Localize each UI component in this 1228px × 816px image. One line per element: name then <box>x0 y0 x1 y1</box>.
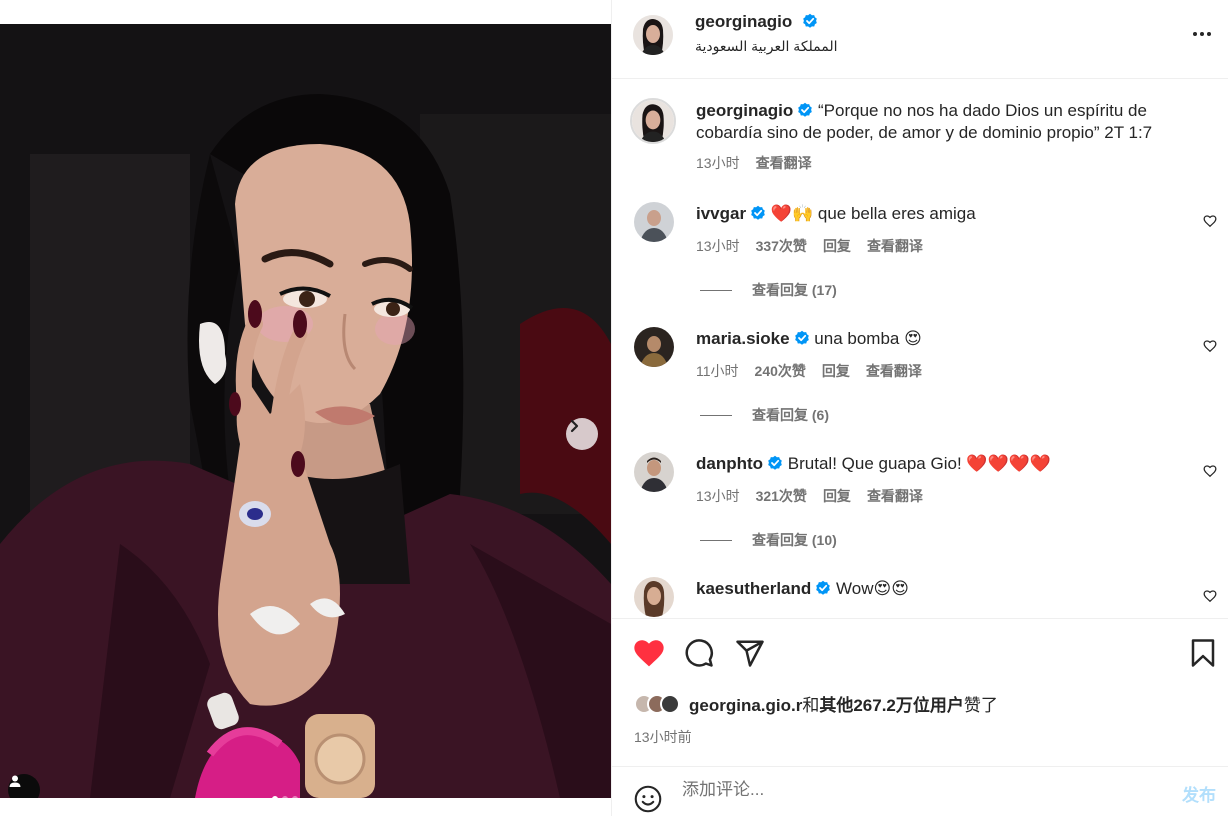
likes-connector: 和 <box>802 696 820 715</box>
replies-divider <box>700 289 732 291</box>
caption-username[interactable]: georginagio <box>696 101 793 120</box>
verified-badge <box>802 13 818 34</box>
portrait-illustration <box>0 24 611 798</box>
comment-username[interactable]: maria.sioke <box>696 329 790 348</box>
view-replies-button[interactable]: 查看回复 (6) <box>700 405 829 425</box>
comment-text-block: maria.sioke una bomba 😍 <box>696 328 1196 350</box>
comment-text: Wow😍😍 <box>836 579 909 598</box>
caption-translate-button[interactable]: 查看翻译 <box>756 153 812 173</box>
verified-icon <box>768 455 782 470</box>
commenter-avatar[interactable] <box>634 202 674 242</box>
comment-bubble-icon[interactable] <box>684 638 714 668</box>
comment-text-block: kaesutherland Wow😍😍 <box>696 578 1196 600</box>
caption-text-block: georginagio “Porque no nos ha dado Dios … <box>696 100 1196 144</box>
comment-username[interactable]: kaesutherland <box>696 579 811 598</box>
user-tag-icon <box>9 775 21 787</box>
paper-plane-icon[interactable] <box>735 638 765 668</box>
add-comment-bar: 发布 <box>612 766 1228 816</box>
carousel-dot <box>272 796 278 798</box>
comment-like-icon[interactable] <box>1203 464 1217 478</box>
caption-avatar[interactable] <box>630 98 676 144</box>
post-header: georginagio المملكة العربية السعودية <box>612 0 1228 79</box>
chevron-right-icon <box>570 419 579 433</box>
comment-time[interactable]: 13小时 <box>696 486 740 506</box>
first-liker[interactable]: georgina.gio.r <box>689 696 802 715</box>
comment-time[interactable]: 13小时 <box>696 236 740 256</box>
carousel-indicator <box>272 796 298 798</box>
comment-username[interactable]: ivvgar <box>696 204 746 223</box>
author-username[interactable]: georginagio <box>695 12 792 32</box>
comment-text-block: danphto Brutal! Que guapa Gio! ❤️❤️❤️❤️ <box>696 453 1196 475</box>
comment-meta: 11小时 240次赞 回复 查看翻译 <box>696 361 922 381</box>
avatar-image <box>634 452 674 492</box>
post-photo[interactable] <box>0 24 611 798</box>
carousel-next-button[interactable] <box>566 418 598 450</box>
verified-icon <box>794 330 809 345</box>
verified-icon <box>816 580 831 595</box>
avatar-image <box>632 100 674 142</box>
view-replies-label: 查看回复 (6) <box>752 407 829 423</box>
more-options-icon <box>1193 32 1211 36</box>
comment-likes[interactable]: 240次赞 <box>755 361 806 381</box>
comment-username[interactable]: danphto <box>696 454 763 473</box>
comment-likes[interactable]: 321次赞 <box>756 486 807 506</box>
comment-reply-button[interactable]: 回复 <box>822 361 850 381</box>
more-options-button[interactable] <box>1190 22 1214 49</box>
likes-text: georgina.gio.r和其他267.2万位用户赞了 <box>689 691 998 716</box>
comment-like-icon[interactable] <box>1203 214 1217 228</box>
comment-time[interactable]: 11小时 <box>696 361 739 381</box>
comment-translate-button[interactable]: 查看翻译 <box>866 361 922 381</box>
avatar-image <box>633 15 673 55</box>
verified-icon <box>798 102 813 117</box>
comment-meta: 13小时 337次赞 回复 查看翻译 <box>696 236 923 256</box>
bookmark-icon[interactable] <box>1189 638 1217 668</box>
comment-meta: 13小时 321次赞 回复 查看翻译 <box>696 486 923 506</box>
heart-filled-icon[interactable] <box>633 638 665 668</box>
comment-like-icon[interactable] <box>1203 339 1217 353</box>
carousel-dot <box>292 796 298 798</box>
post-location[interactable]: المملكة العربية السعودية <box>695 38 838 55</box>
likes-suffix: 赞了 <box>963 696 998 715</box>
post-details-panel: georginagio المملكة العربية السعودية geo… <box>611 0 1228 816</box>
comment-text: una bomba 😍 <box>814 329 922 348</box>
author-avatar[interactable] <box>633 15 673 55</box>
post-comment-button[interactable]: 发布 <box>1182 781 1216 806</box>
comment-text: ❤️🙌 que bella eres amiga <box>770 204 976 223</box>
commenter-avatar[interactable] <box>634 327 674 367</box>
avatar-image <box>634 202 674 242</box>
replies-divider <box>700 414 732 416</box>
comment-reply-button[interactable]: 回复 <box>823 236 851 256</box>
tagged-users-button[interactable] <box>8 774 40 798</box>
commenter-avatar[interactable] <box>634 452 674 492</box>
smiley-icon[interactable] <box>634 785 662 813</box>
post-media-panel <box>0 0 611 816</box>
carousel-dot <box>282 796 288 798</box>
comments-list[interactable]: georginagio “Porque no nos ha dado Dios … <box>612 80 1228 618</box>
view-replies-label: 查看回复 (17) <box>752 282 837 298</box>
comment-translate-button[interactable]: 查看翻译 <box>867 236 923 256</box>
view-replies-label: 查看回复 (10) <box>752 532 837 548</box>
view-replies-button[interactable]: 查看回复 (10) <box>700 530 837 550</box>
post-actions: georgina.gio.r和其他267.2万位用户赞了 13小时前 <box>612 618 1228 766</box>
comment-input[interactable] <box>682 780 1162 800</box>
comment-translate-button[interactable]: 查看翻译 <box>867 486 923 506</box>
likes-summary: georgina.gio.r和其他267.2万位用户赞了 <box>634 691 998 716</box>
verified-icon <box>751 205 765 220</box>
caption-time[interactable]: 13小时 <box>696 153 740 173</box>
commenter-avatar[interactable] <box>634 577 674 617</box>
view-replies-button[interactable]: 查看回复 (17) <box>700 280 837 300</box>
comment-text: Brutal! Que guapa Gio! ❤️❤️❤️❤️ <box>787 454 1052 473</box>
comment-like-icon[interactable] <box>1203 589 1217 603</box>
verified-icon <box>803 13 817 28</box>
liker-avatar <box>660 693 680 714</box>
comment-reply-button[interactable]: 回复 <box>823 486 851 506</box>
other-likers[interactable]: 其他267.2万位用户 <box>819 696 964 715</box>
replies-divider <box>700 539 732 541</box>
comment-text-block: ivvgar ❤️🙌 que bella eres amiga <box>696 203 1196 225</box>
post-timestamp[interactable]: 13小时前 <box>634 727 692 747</box>
avatar-image <box>634 577 674 617</box>
comment-likes[interactable]: 337次赞 <box>756 236 807 256</box>
caption-meta: 13小时 查看翻译 <box>696 153 812 173</box>
avatar-image <box>634 327 674 367</box>
